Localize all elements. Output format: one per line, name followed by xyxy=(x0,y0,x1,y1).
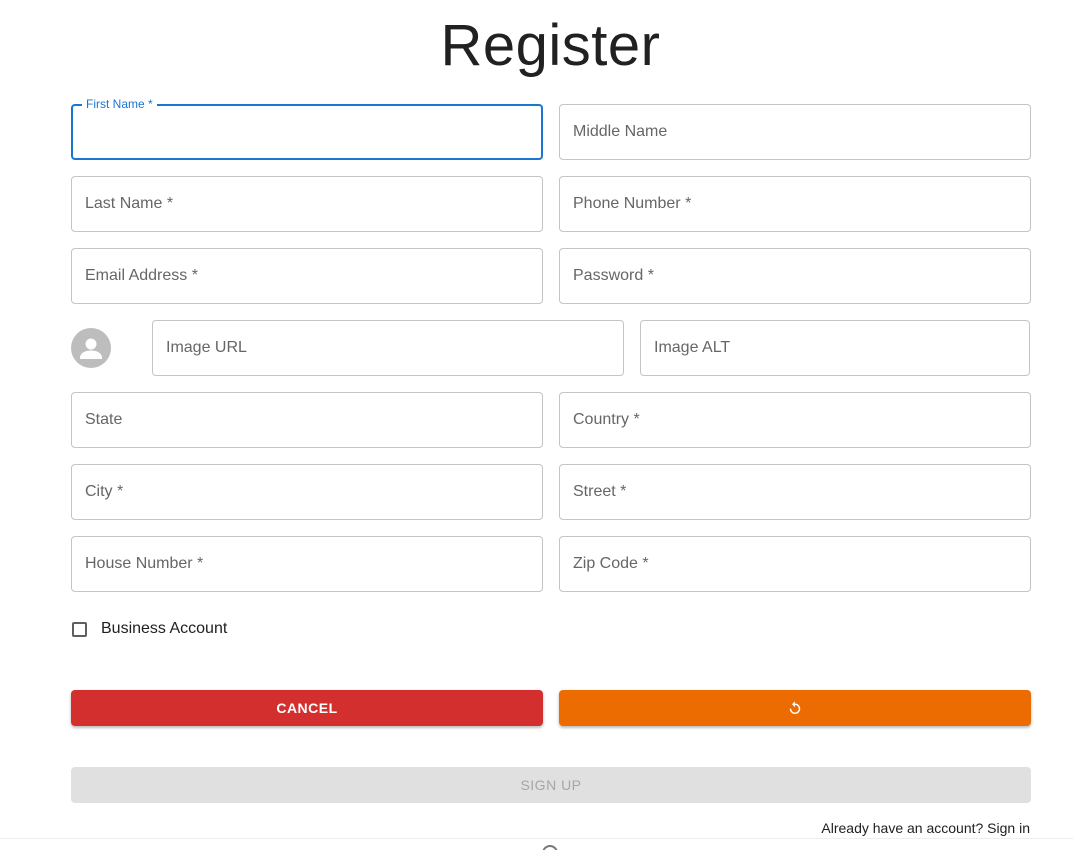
refresh-icon xyxy=(789,701,801,714)
country-input[interactable] xyxy=(560,393,1030,447)
country-field[interactable]: Country * xyxy=(559,392,1031,448)
phone-number-input[interactable] xyxy=(560,177,1030,231)
image-url-input[interactable] xyxy=(153,321,623,375)
zip-code-input[interactable] xyxy=(560,537,1030,591)
last-name-field[interactable]: Last Name * xyxy=(71,176,543,232)
last-name-input[interactable] xyxy=(72,177,542,231)
street-field[interactable]: Street * xyxy=(559,464,1031,520)
middle-name-input[interactable] xyxy=(560,105,1030,159)
sign-up-button[interactable]: SIGN UP xyxy=(71,767,1031,803)
register-page: Register First Name * Middle Name Last N… xyxy=(0,0,1073,850)
business-account-label: Business Account xyxy=(101,620,228,637)
password-field[interactable]: Password * xyxy=(559,248,1031,304)
state-field[interactable]: State xyxy=(71,392,543,448)
street-input[interactable] xyxy=(560,465,1030,519)
cancel-button[interactable]: CANCEL xyxy=(71,690,543,726)
house-number-field[interactable]: House Number * xyxy=(71,536,543,592)
business-account-checkbox[interactable] xyxy=(72,621,87,637)
password-input[interactable] xyxy=(560,249,1030,303)
person-icon xyxy=(80,338,102,359)
middle-name-field[interactable]: Middle Name xyxy=(559,104,1031,160)
email-address-field[interactable]: Email Address * xyxy=(71,248,543,304)
zip-code-field[interactable]: Zip Code * xyxy=(559,536,1031,592)
email-address-input[interactable] xyxy=(72,249,542,303)
footer-divider xyxy=(0,838,1073,839)
image-url-field[interactable]: Image URL xyxy=(152,320,624,376)
image-alt-input[interactable] xyxy=(641,321,1029,375)
image-alt-field[interactable]: Image ALT xyxy=(640,320,1030,376)
city-input[interactable] xyxy=(72,465,542,519)
page-title: Register xyxy=(440,13,661,78)
reset-button[interactable] xyxy=(559,690,1031,726)
phone-number-field[interactable]: Phone Number * xyxy=(559,176,1031,232)
state-input[interactable] xyxy=(72,393,542,447)
first-name-field[interactable]: First Name * xyxy=(71,97,543,160)
footer-circle-icon xyxy=(542,845,558,850)
city-field[interactable]: City * xyxy=(71,464,543,520)
avatar xyxy=(71,328,111,368)
sign-in-link[interactable]: Already have an account? Sign in xyxy=(821,820,1030,836)
house-number-input[interactable] xyxy=(72,537,542,591)
first-name-input[interactable] xyxy=(73,106,541,158)
business-account-row[interactable]: Business Account xyxy=(72,618,227,640)
